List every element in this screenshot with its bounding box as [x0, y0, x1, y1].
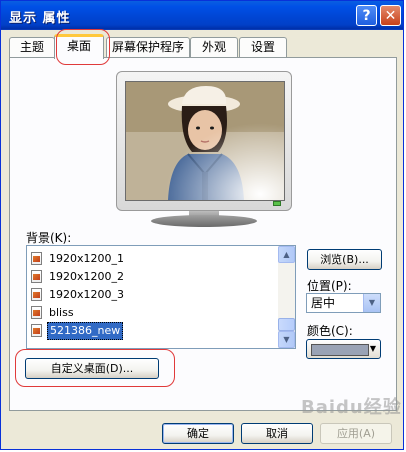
list-item-label: 1920x1200_3 — [49, 288, 124, 301]
tab-theme[interactable]: 主题 — [9, 37, 55, 57]
list-item-label: 1920x1200_1 — [49, 252, 124, 265]
position-select[interactable]: 居中 ▼ — [306, 293, 381, 313]
close-icon: ✕ — [384, 7, 397, 24]
position-value: 居中 — [311, 296, 336, 310]
scroll-thumb[interactable] — [278, 318, 295, 331]
list-item-label: bliss — [49, 306, 74, 319]
list-item[interactable]: bliss — [29, 304, 279, 322]
help-button[interactable]: ? — [356, 5, 377, 26]
tab-appearance[interactable]: 外观 — [190, 37, 238, 57]
customize-desktop-button[interactable]: 自定义桌面(D)... — [25, 358, 159, 379]
image-file-icon — [31, 288, 42, 301]
monitor-preview — [116, 71, 292, 211]
tab-settings[interactable]: 设置 — [239, 37, 287, 57]
ok-button[interactable]: 确定 — [162, 423, 234, 444]
color-swatch — [311, 344, 369, 356]
image-file-icon — [31, 324, 42, 337]
color-label: 颜色(C): — [307, 324, 353, 338]
chevron-down-icon: ▼ — [369, 344, 376, 353]
background-label: 背景(K): — [26, 231, 72, 245]
apply-button[interactable]: 应用(A) — [320, 423, 392, 444]
title-bar[interactable]: 显示 属性 ? ✕ — [1, 1, 403, 30]
scroll-up-button[interactable]: ▲ — [278, 246, 295, 263]
browse-button[interactable]: 浏览(B)... — [307, 249, 382, 270]
wallpaper-image — [126, 82, 284, 200]
tab-desktop[interactable]: 桌面 — [54, 34, 104, 59]
vertical-scrollbar[interactable]: ▲ ▼ — [278, 246, 295, 348]
power-led — [273, 201, 281, 206]
image-file-icon — [31, 252, 42, 265]
color-picker-button[interactable]: ▼ — [306, 339, 381, 359]
list-item[interactable]: 1920x1200_1 — [29, 250, 279, 268]
chevron-down-icon: ▼ — [363, 294, 380, 312]
monitor-base — [151, 215, 257, 227]
list-item-label: 1920x1200_2 — [49, 270, 124, 283]
chevron-up-icon: ▲ — [283, 250, 290, 259]
display-properties-window: 显示 属性 ? ✕ 主题 桌面 屏幕保护程序 外观 设置 背景(K): 1920… — [0, 0, 404, 450]
cancel-button[interactable]: 取消 — [241, 423, 313, 444]
window-title: 显示 属性 — [9, 11, 71, 26]
image-file-icon — [31, 306, 42, 319]
list-item-label: 521386_new — [47, 322, 124, 340]
background-list[interactable]: 1920x1200_1 1920x1200_2 1920x1200_3 blis… — [26, 245, 296, 349]
tab-screensaver[interactable]: 屏幕保护程序 — [106, 37, 190, 57]
position-label: 位置(P): — [307, 279, 352, 293]
list-item-selected[interactable]: 521386_new — [29, 322, 279, 340]
watermark: Baidu经验 — [301, 397, 402, 418]
scroll-down-button[interactable]: ▼ — [278, 331, 295, 348]
chevron-down-icon: ▼ — [283, 335, 290, 344]
image-file-icon — [31, 270, 42, 283]
wallpaper-preview — [125, 81, 285, 201]
list-item[interactable]: 1920x1200_3 — [29, 286, 279, 304]
help-icon: ? — [362, 7, 371, 24]
list-item[interactable]: 1920x1200_2 — [29, 268, 279, 286]
close-button[interactable]: ✕ — [380, 5, 401, 26]
